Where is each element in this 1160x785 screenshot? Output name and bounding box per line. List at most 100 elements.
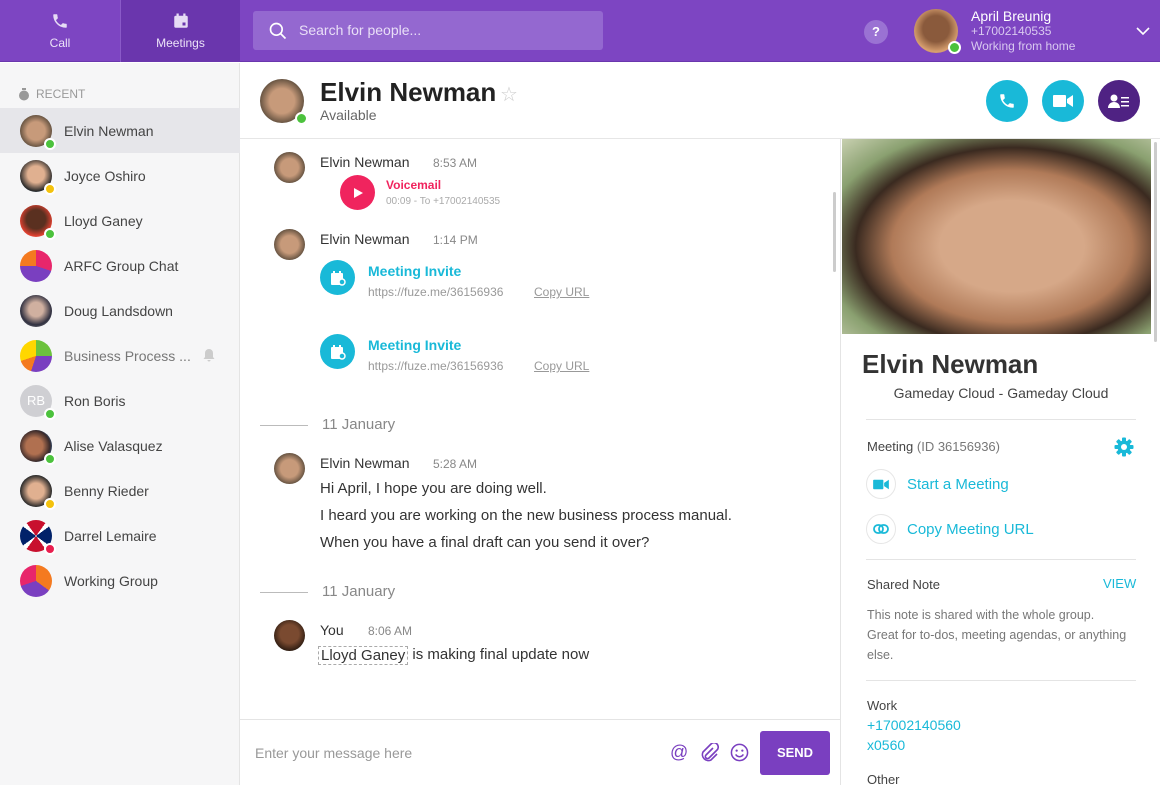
attachment-icon[interactable] <box>701 743 719 763</box>
copy-meeting-url-link[interactable]: Copy Meeting URL <box>907 521 1034 538</box>
meeting-invite-title[interactable]: Meeting Invite <box>368 263 461 279</box>
video-icon[interactable] <box>866 469 896 499</box>
phone-icon <box>53 14 67 28</box>
avatar <box>20 159 56 195</box>
sidebar-item-label: Working Group <box>64 572 158 589</box>
video-call-button[interactable] <box>1042 80 1084 122</box>
online-status-dot <box>295 112 308 125</box>
sidebar-item-elvin-newman[interactable]: Elvin Newman <box>0 108 240 153</box>
sender-avatar <box>274 229 305 260</box>
sender-avatar <box>274 620 305 651</box>
sidebar-item-label: Joyce Oshiro <box>64 167 146 184</box>
date-label: 11 January <box>322 416 396 433</box>
copy-url-link[interactable]: Copy URL <box>534 285 589 299</box>
voicemail-detail: 00:09 - To +17002140535 <box>386 196 501 207</box>
search-placeholder: Search for people... <box>299 22 422 38</box>
sidebar-item-business-process[interactable]: Business Process ... <box>0 333 240 378</box>
sidebar-item-benny-rieder[interactable]: Benny Rieder <box>0 468 240 513</box>
sidebar-item-label: Benny Rieder <box>64 482 149 499</box>
sender-name: Elvin Newman <box>320 231 410 247</box>
stopwatch-icon <box>19 87 29 100</box>
avatar <box>20 204 56 240</box>
top-bar: Call Meetings Search for people... ? Apr… <box>0 0 1160 62</box>
sender-avatar <box>274 453 305 484</box>
divider <box>866 419 1136 420</box>
meeting-invite-url[interactable]: https://fuze.me/36156936 <box>368 359 503 373</box>
play-icon <box>353 187 363 198</box>
avatar <box>20 339 52 372</box>
sidebar-item-arfc-group-chat[interactable]: ARFC Group Chat <box>0 243 240 288</box>
send-button[interactable]: SEND <box>760 731 830 775</box>
away-status-dot <box>44 182 56 195</box>
panel-scrollbar[interactable] <box>1154 142 1157 342</box>
message-composer: Enter your message here @ SEND <box>240 719 840 785</box>
call-button[interactable] <box>986 80 1028 122</box>
tab-call[interactable]: Call <box>0 0 120 62</box>
sidebar-item-label: Doug Landsdown <box>64 302 173 319</box>
sidebar-item-label: Ron Boris <box>64 392 126 409</box>
sidebar-item-working-group[interactable]: Working Group <box>0 558 240 603</box>
sidebar-item-alise-valasquez[interactable]: Alise Valasquez <box>0 423 240 468</box>
sidebar-item-joyce-oshiro[interactable]: Joyce Oshiro <box>0 153 240 198</box>
message-text: When you have a final draft can you send… <box>320 534 650 551</box>
meeting-invite-icon <box>320 334 355 369</box>
contact-avatar[interactable] <box>260 79 308 125</box>
message-input[interactable]: Enter your message here <box>255 745 412 761</box>
avatar <box>20 294 52 327</box>
contact-details-panel: Elvin Newman Gameday Cloud - Gameday Clo… <box>840 139 1160 785</box>
video-icon <box>1053 95 1073 107</box>
copy-url-link[interactable]: Copy URL <box>534 359 589 373</box>
view-note-link[interactable]: VIEW <box>1103 576 1136 591</box>
message-list: Elvin Newman 8:53 AM Voicemail 00:09 - T… <box>240 139 840 719</box>
message-time: 1:14 PM <box>433 233 478 247</box>
meeting-label-text: Meeting <box>867 439 914 454</box>
work-extension-link[interactable]: x0560 <box>867 737 905 753</box>
divider <box>866 559 1136 560</box>
help-button[interactable]: ? <box>864 20 888 44</box>
sidebar-item-darrel-lemaire[interactable]: Darrel Lemaire <box>0 513 240 558</box>
link-icon[interactable] <box>866 514 896 544</box>
shared-note-text: This note is shared with the whole group… <box>867 608 1127 662</box>
sender-name: Elvin Newman <box>320 455 410 471</box>
work-phone-link[interactable]: +17002140560 <box>867 717 961 733</box>
date-separator: 11 January <box>260 583 820 600</box>
sidebar-item-label: ARFC Group Chat <box>64 257 179 274</box>
user-avatar[interactable] <box>914 9 961 54</box>
avatar: RB <box>20 384 56 420</box>
play-voicemail-button[interactable] <box>340 175 375 210</box>
conversation-header: Elvin Newman ☆ Available <box>240 63 1160 139</box>
date-separator: 11 January <box>260 416 820 433</box>
sidebar-item-doug-landsdown[interactable]: Doug Landsdown <box>0 288 240 333</box>
message-text: is making final update now <box>408 646 590 663</box>
chevron-down-icon[interactable] <box>1136 26 1150 36</box>
start-meeting-link[interactable]: Start a Meeting <box>907 476 1009 493</box>
mention-icon[interactable]: @ <box>670 742 688 763</box>
meeting-invite-title[interactable]: Meeting Invite <box>368 337 461 353</box>
message-time: 8:53 AM <box>433 156 478 170</box>
contact-name: Elvin Newman <box>320 77 497 107</box>
date-label: 11 January <box>322 583 396 600</box>
meeting-label: Meeting (ID 36156936) <box>867 439 1000 454</box>
star-icon[interactable]: ☆ <box>500 82 518 107</box>
user-info[interactable]: April Breunig +17002140535 Working from … <box>971 9 1075 54</box>
contact-card-icon <box>1108 94 1129 108</box>
user-phone: +17002140535 <box>971 24 1052 38</box>
mention-chip[interactable]: Lloyd Ganey <box>318 646 409 665</box>
tab-meetings[interactable]: Meetings <box>120 0 240 62</box>
sidebar: RECENT Elvin Newman Joyce Oshiro Lloyd Gan… <box>0 63 240 785</box>
contact-photo <box>842 139 1151 334</box>
sidebar-item-lloyd-ganey[interactable]: Lloyd Ganey <box>0 198 240 243</box>
search-input[interactable]: Search for people... <box>253 11 603 50</box>
contact-organization: Gameday Cloud - Gameday Cloud <box>893 385 1109 401</box>
sidebar-item-ron-boris[interactable]: RB Ron Boris <box>0 378 240 423</box>
search-icon <box>269 22 287 40</box>
chat-scrollbar[interactable] <box>833 192 836 272</box>
emoji-icon[interactable] <box>730 743 749 762</box>
voicemail-title[interactable]: Voicemail <box>386 178 441 192</box>
online-status-dot <box>948 41 961 54</box>
meeting-invite-url[interactable]: https://fuze.me/36156936 <box>368 285 503 299</box>
sender-name: You <box>320 622 344 638</box>
gear-icon[interactable] <box>1114 437 1134 457</box>
contact-card-button[interactable] <box>1098 80 1140 122</box>
user-name: April Breunig <box>971 8 1052 24</box>
